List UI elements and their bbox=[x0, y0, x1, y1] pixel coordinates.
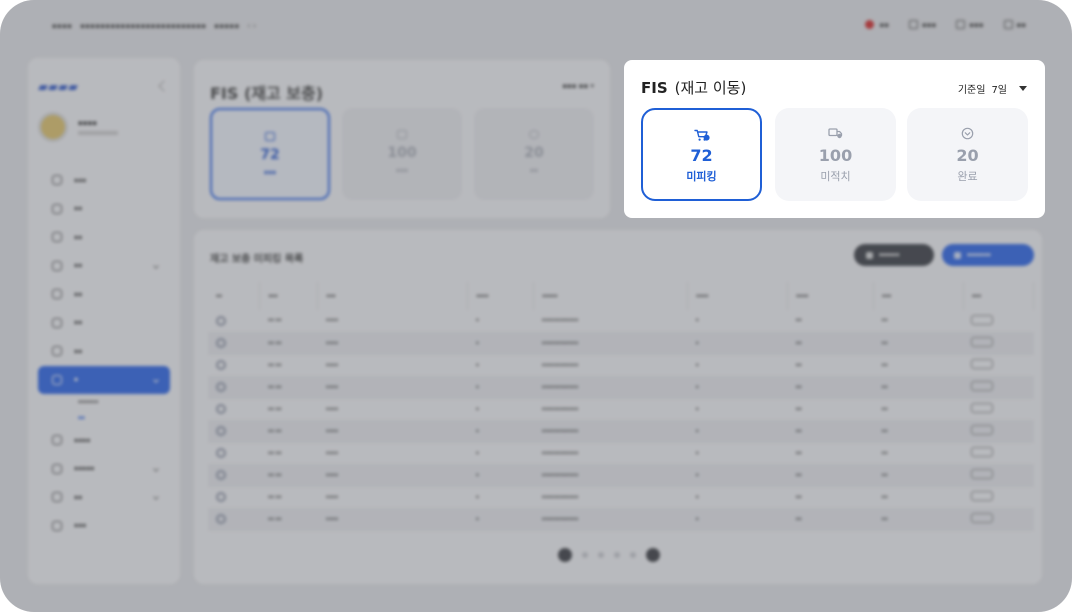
tile-unpicked-label: 미피킹 bbox=[686, 170, 717, 183]
tile-unstowed[interactable]: 100 미적치 bbox=[775, 108, 896, 201]
truck-icon bbox=[828, 128, 843, 139]
check-circle-icon bbox=[961, 127, 974, 140]
base-date-value: 7일 bbox=[991, 85, 1007, 96]
base-date-dropdown[interactable]: 기준일 7일 bbox=[958, 81, 1027, 96]
app-frame: ▪▪▪▪ ▪▪▪▪▪▪▪▪▪▪▪▪▪▪▪▪▪▪▪▪▪▪▪▪▪ ▪▪▪▪▪ ‹ › ▪▪… bbox=[0, 0, 1072, 612]
cart-icon bbox=[693, 129, 710, 141]
tile-unstowed-label: 미적치 bbox=[820, 170, 851, 183]
base-date-label: 기준일 bbox=[957, 85, 986, 96]
fis-move-title-sub: (재고 이동) bbox=[674, 79, 747, 97]
caret-down-icon bbox=[1019, 86, 1027, 91]
fis-move-title: FIS (재고 이동) bbox=[641, 77, 746, 98]
fis-move-card: FIS (재고 이동) 기준일 7일 72 미피킹 100 미적치 20 완료 bbox=[624, 60, 1045, 218]
tile-unpicked[interactable]: 72 미피킹 bbox=[641, 108, 762, 201]
tile-done-value: 20 bbox=[956, 146, 979, 165]
tile-unstowed-value: 100 bbox=[818, 146, 853, 165]
tile-unpicked-value: 72 bbox=[690, 146, 713, 165]
tile-done[interactable]: 20 완료 bbox=[907, 108, 1028, 201]
tile-done-label: 완료 bbox=[957, 170, 978, 183]
fis-move-title-main: FIS bbox=[641, 79, 668, 97]
